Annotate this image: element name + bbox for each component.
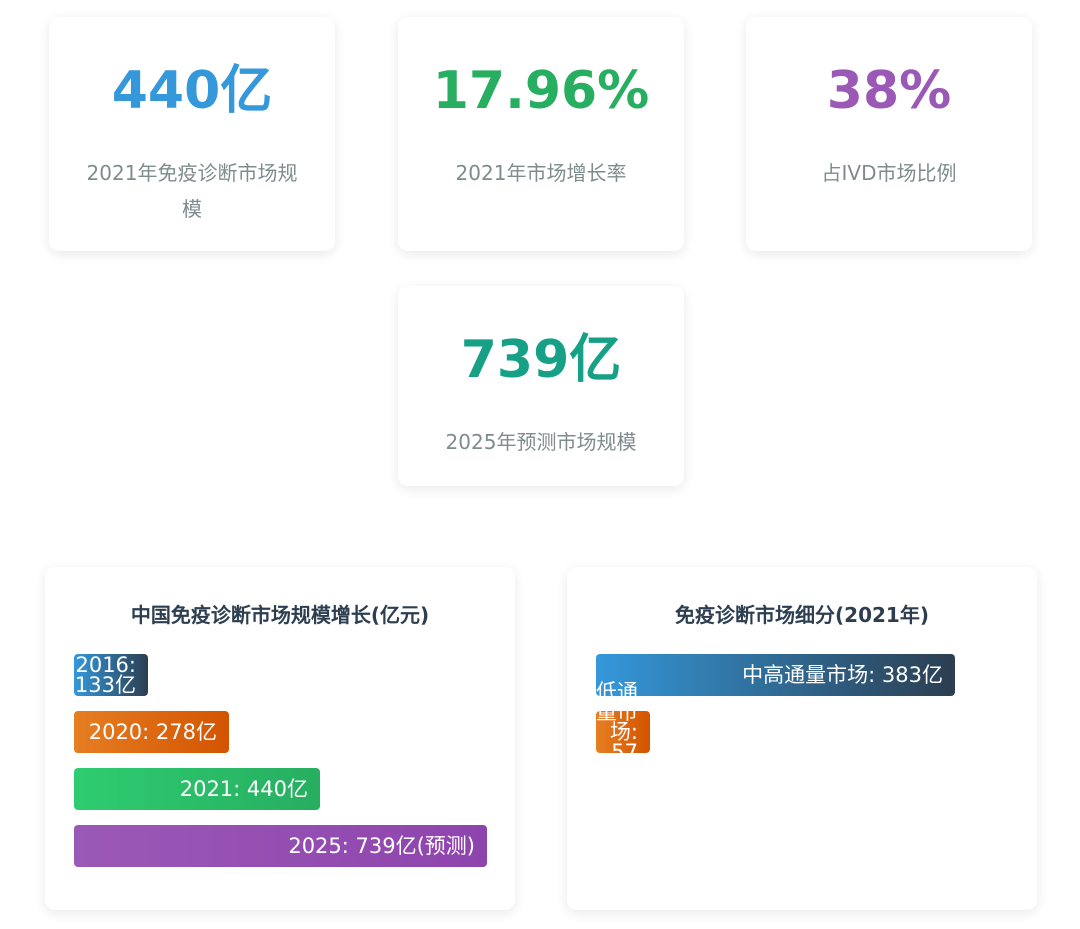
stat-label: 2021年市场增长率: [455, 161, 627, 185]
bar-1: 2020: 278亿: [74, 711, 229, 753]
bar-0: 中高通量市场: 383亿: [596, 654, 955, 696]
stat-card-ivd-share: 38% 占IVD市场比例: [746, 17, 1032, 251]
stat-card-2025-forecast: 739亿 2025年预测市场规模: [398, 286, 684, 486]
bar-1: 低通量市场: 57亿: [596, 682, 650, 783]
stat-label: 2021年免疫诊断市场规模: [86, 161, 298, 221]
stat-card-market-size: 440亿 2021年免疫诊断市场规模: [49, 17, 335, 251]
chart-title: 免疫诊断市场细分(2021年): [675, 603, 929, 627]
stat-value: 440亿: [111, 61, 273, 121]
bar-0: 2016: 133亿: [74, 654, 148, 696]
stat-card-growth-rate: 17.96% 2021年市场增长率: [398, 17, 684, 251]
stat-value: 38%: [826, 61, 952, 121]
stat-value: 739亿: [460, 330, 622, 390]
stat-label: 2025年预测市场规模: [445, 430, 637, 454]
chart-title: 中国免疫诊断市场规模增长(亿元): [130, 603, 430, 627]
stat-label: 占IVD市场比例: [821, 161, 957, 185]
bar-3: 2025: 739亿(预测): [74, 825, 487, 867]
market-growth-chart: 中国免疫诊断市场规模增长(亿元) 2016: 133亿 2020: 278亿 202…: [45, 567, 515, 910]
stat-value: 17.96%: [432, 61, 650, 121]
market-segment-chart: 免疫诊断市场细分(2021年) 中高通量市场: 383亿低通量市场: 57亿: [567, 567, 1037, 910]
bar-2: 2021: 440亿: [74, 768, 320, 810]
